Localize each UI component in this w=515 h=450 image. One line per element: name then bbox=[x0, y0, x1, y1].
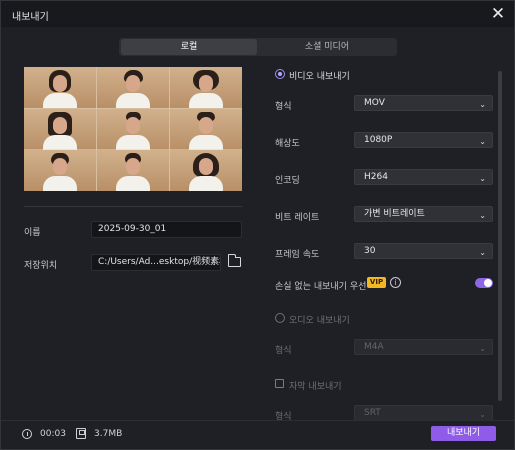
title-bar: 내보내기 ✕ bbox=[1, 1, 514, 27]
export-tabs: 로컬 소셜 미디어 bbox=[119, 38, 397, 56]
format-label: 형식 bbox=[275, 102, 292, 112]
encoding-label: 인코딩 bbox=[275, 176, 300, 186]
info-icon[interactable]: i bbox=[390, 277, 401, 288]
scrollbar[interactable] bbox=[498, 71, 502, 401]
format-value: MOV bbox=[364, 98, 385, 108]
preview-cell bbox=[24, 67, 96, 108]
file-size-text: 3.7MB bbox=[94, 429, 123, 439]
chevron-down-icon: ⌄ bbox=[479, 248, 486, 257]
video-preview bbox=[24, 67, 242, 191]
folder-icon[interactable] bbox=[228, 254, 241, 267]
vip-badge: VIP bbox=[367, 277, 386, 288]
bitrate-value: 가변 비트레이트 bbox=[364, 209, 425, 219]
audio-format-label: 형식 bbox=[275, 346, 292, 356]
tab-local[interactable]: 로컬 bbox=[121, 39, 257, 55]
lossless-label: 손실 없는 내보내기 우선 bbox=[275, 282, 367, 292]
lossless-toggle[interactable] bbox=[475, 278, 493, 288]
framerate-select[interactable]: 30 ⌄ bbox=[354, 243, 493, 259]
grid-line bbox=[24, 149, 242, 150]
resolution-select[interactable]: 1080P ⌄ bbox=[354, 132, 493, 148]
chevron-down-icon: ⌄ bbox=[479, 174, 486, 183]
close-icon[interactable]: ✕ bbox=[489, 5, 507, 23]
audio-export-radio[interactable] bbox=[275, 313, 285, 323]
preview-cell bbox=[170, 109, 242, 150]
subtitle-format-select[interactable]: SRT ⌄ bbox=[354, 405, 493, 421]
grid-line bbox=[169, 67, 170, 191]
preview-cell bbox=[97, 150, 169, 191]
chevron-down-icon: ⌄ bbox=[479, 137, 486, 146]
grid-line bbox=[24, 108, 242, 109]
video-export-radio[interactable] bbox=[275, 69, 285, 79]
format-select[interactable]: MOV ⌄ bbox=[354, 95, 493, 111]
name-label: 이름 bbox=[24, 228, 41, 238]
resolution-value: 1080P bbox=[364, 135, 393, 145]
bitrate-label: 비트 레이트 bbox=[275, 213, 320, 223]
preview-cell bbox=[97, 67, 169, 108]
name-input[interactable]: 2025-09-30_01 bbox=[91, 221, 242, 238]
preview-cell bbox=[170, 67, 242, 108]
file-size-icon bbox=[76, 428, 86, 439]
bitrate-select[interactable]: 가변 비트레이트 ⌄ bbox=[354, 206, 493, 222]
window-title: 내보내기 bbox=[12, 12, 49, 23]
chevron-down-icon: ⌄ bbox=[479, 344, 486, 353]
subtitle-export-title: 자막 내보내기 bbox=[289, 382, 342, 392]
clock-icon bbox=[22, 429, 32, 439]
audio-format-select[interactable]: M4A ⌄ bbox=[354, 339, 493, 355]
encoding-select[interactable]: H264 ⌄ bbox=[354, 169, 493, 185]
tab-social-media[interactable]: 소셜 미디어 bbox=[259, 39, 395, 55]
preview-cell bbox=[97, 109, 169, 150]
video-export-title: 비디오 내보내기 bbox=[289, 72, 350, 82]
audio-format-value: M4A bbox=[364, 342, 384, 352]
export-button[interactable]: 내보내기 bbox=[431, 426, 496, 441]
audio-export-title: 오디오 내보내기 bbox=[289, 316, 350, 326]
duration-text: 00:03 bbox=[40, 429, 66, 439]
save-location-input[interactable]: C:/Users/Ad...esktop/视频素材 bbox=[91, 254, 221, 271]
preview-cell bbox=[170, 150, 242, 191]
save-location-label: 저장위치 bbox=[24, 261, 58, 271]
preview-cell bbox=[24, 150, 96, 191]
grid-line bbox=[96, 67, 97, 191]
framerate-value: 30 bbox=[364, 246, 376, 256]
encoding-value: H264 bbox=[364, 172, 388, 182]
resolution-label: 해상도 bbox=[275, 139, 300, 149]
footer-divider bbox=[1, 420, 514, 421]
export-dialog: 내보내기 ✕ 로컬 소셜 미디어 이름 2025-09-30_01 저장위치 C… bbox=[0, 0, 515, 450]
preview-cell bbox=[24, 109, 96, 150]
chevron-down-icon: ⌄ bbox=[479, 100, 486, 109]
subtitle-export-checkbox[interactable] bbox=[275, 379, 284, 388]
framerate-label: 프레임 속도 bbox=[275, 250, 320, 260]
chevron-down-icon: ⌄ bbox=[479, 211, 486, 220]
subtitle-format-value: SRT bbox=[364, 408, 381, 418]
left-divider bbox=[24, 206, 242, 207]
